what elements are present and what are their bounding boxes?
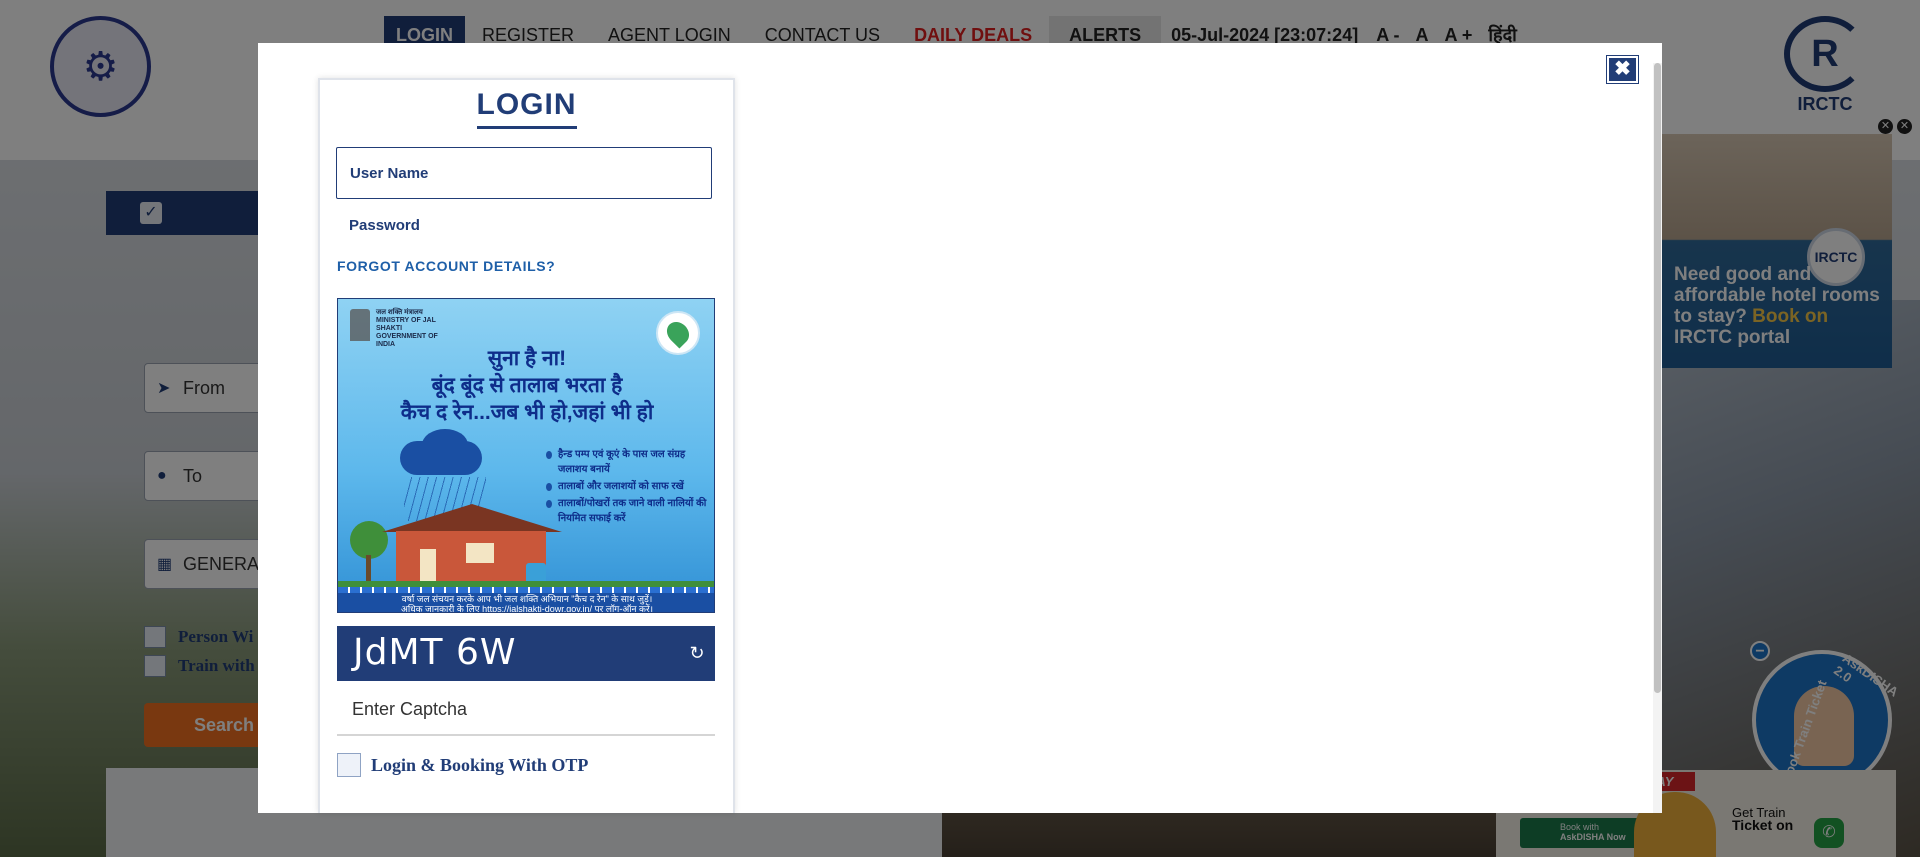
house-roof-icon — [382, 504, 562, 532]
tree-trunk — [366, 555, 371, 583]
house-door — [420, 549, 436, 581]
scrollbar-thumb[interactable] — [1654, 63, 1661, 693]
poster-footer: वर्षा जल संचयन करके आप भी जल शक्ति अभिया… — [338, 593, 714, 613]
poster-headline-3: कैच द रेन...जब भी हो,जहां भी हो — [400, 401, 654, 424]
poster-headline-1: सुना है ना! — [487, 347, 567, 370]
captcha-input[interactable] — [337, 684, 715, 736]
modal-scrollbar[interactable] — [1653, 63, 1662, 813]
refresh-icon[interactable]: ↻ — [687, 643, 707, 663]
login-title: LOGIN — [476, 88, 577, 129]
captcha-image: JdMT 6W ↻ — [337, 626, 715, 681]
poster-ministry-text: जल शक्ति मंत्रालय MINISTRY OF JAL SHAKTI… — [376, 309, 438, 348]
poster-headline: सुना है ना! बूंद बूंद से तालाब भरता है क… — [338, 345, 714, 426]
forgot-account-link[interactable]: FORGOT ACCOUNT DETAILS? — [337, 258, 555, 274]
poster-headline-2: बूंद बूंद से तालाब भरता है — [431, 374, 623, 397]
otp-login-label: Login & Booking With OTP — [371, 754, 589, 775]
login-modal: ✖ LOGIN FORGOT ACCOUNT DETAILS? जल शक्ति… — [258, 43, 1662, 813]
poster-bullets: हैन्ड पम्प एवं कूएं के पास जल संग्रह जला… — [544, 447, 712, 528]
poster-bullet: तालाबों और जलाशयों को साफ रखें — [544, 479, 712, 494]
cloud-icon — [400, 441, 482, 475]
catch-the-rain-poster: जल शक्ति मंत्रालय MINISTRY OF JAL SHAKTI… — [337, 298, 715, 613]
poster-bullet: हैन्ड पम्प एवं कूएं के पास जल संग्रह जला… — [544, 447, 712, 477]
poster-footer-1: वर्षा जल संचयन करके आप भी जल शक्ति अभिया… — [401, 594, 653, 604]
house-window — [466, 543, 494, 563]
login-title-wrap: LOGIN — [320, 88, 733, 129]
username-input[interactable] — [336, 147, 712, 199]
captcha-text: JdMT 6W — [353, 632, 517, 673]
checkbox-box[interactable] — [337, 753, 361, 777]
national-emblem-icon — [350, 309, 370, 341]
close-icon[interactable]: ✖ — [1606, 55, 1639, 84]
poster-footer-2: अधिक जानकारी के लिए https://jalshakti-do… — [400, 604, 654, 613]
password-input[interactable] — [336, 200, 712, 252]
login-card: LOGIN FORGOT ACCOUNT DETAILS? जल शक्ति म… — [318, 78, 735, 813]
poster-bullet: तालाबों/पोखरों तक जाने वाली नालियों की न… — [544, 496, 712, 526]
otp-login-checkbox[interactable]: Login & Booking With OTP — [337, 753, 588, 777]
